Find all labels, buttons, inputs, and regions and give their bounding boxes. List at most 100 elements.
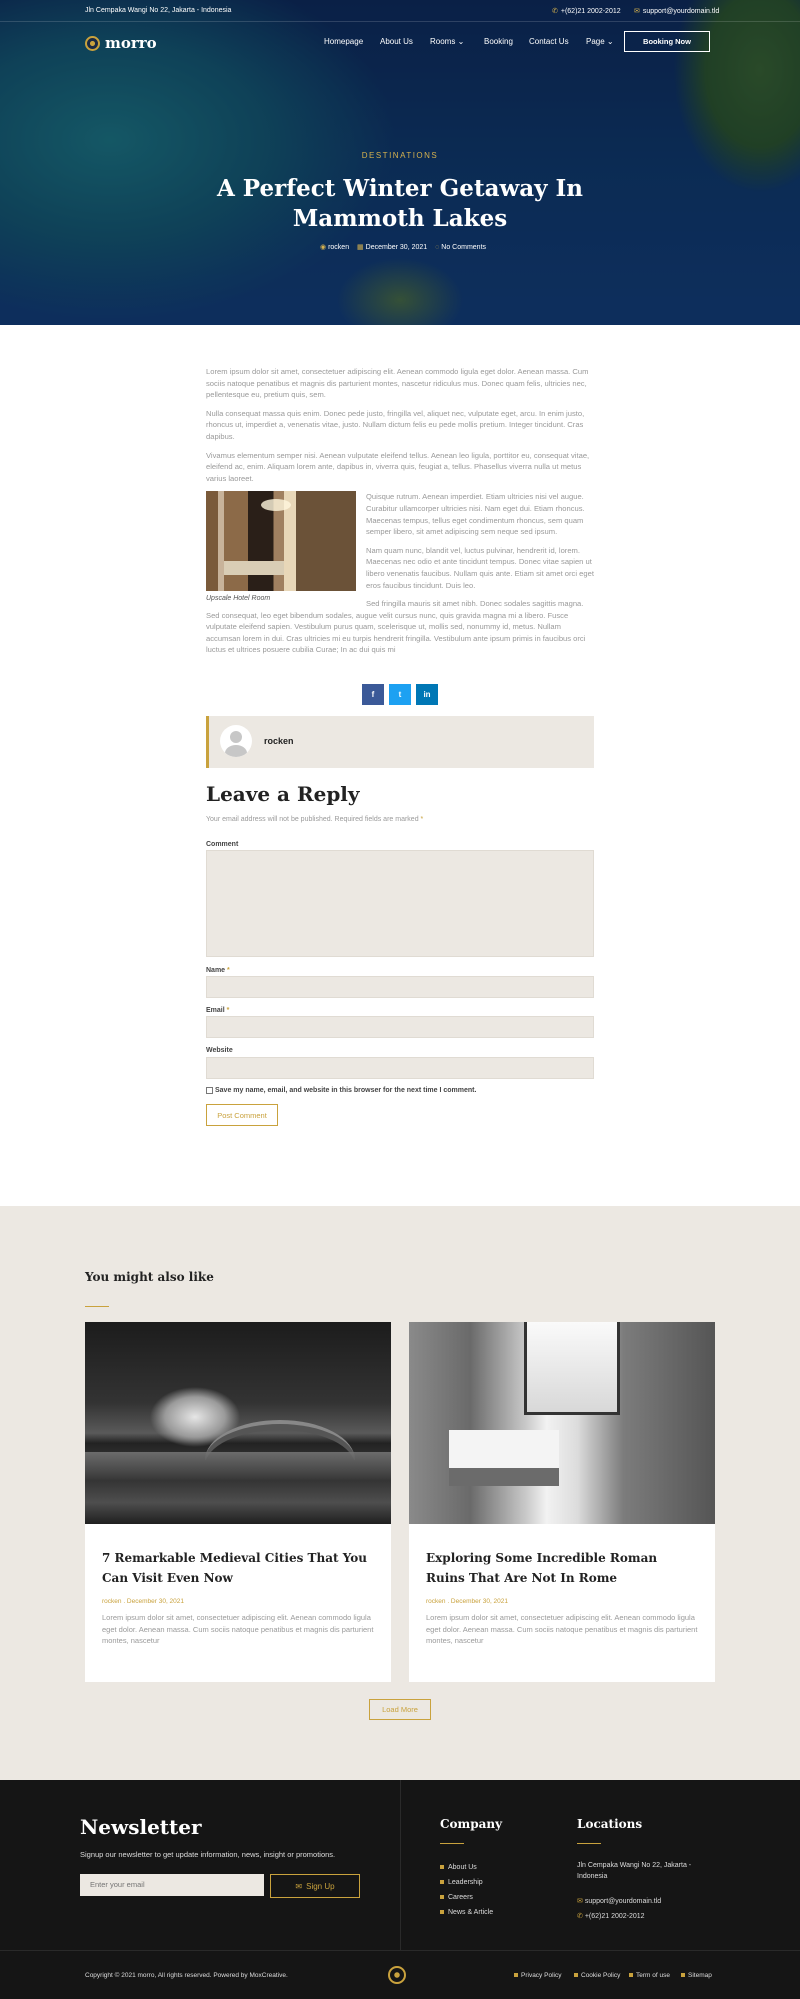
legal-link-sitemap[interactable]: Sitemap (681, 1972, 712, 1979)
user-icon: ◉ (319, 244, 327, 251)
legal-link-label: Term of use (636, 1972, 670, 1979)
company-link-label: Careers (448, 1894, 473, 1901)
phone-icon: ✆ (552, 8, 558, 15)
hotel-bedroom-image[interactable] (409, 1322, 715, 1524)
top-email-text: support@yourdomain.tld (642, 8, 720, 15)
required-mark: * (420, 816, 424, 823)
phone-icon: ✆ (577, 1913, 583, 1920)
top-phone-text: +(62)21 2002-2012 (560, 8, 621, 15)
nav-rooms-label: Rooms (430, 36, 456, 46)
top-address: Jln Cempaka Wangi No 22, Jakarta - Indon… (85, 7, 232, 14)
article-paragraph: Vivamus elementum semper nisi. Aenean vu… (206, 450, 590, 483)
required-mark: * (227, 967, 230, 974)
legal-link-terms[interactable]: Term of use (629, 1972, 670, 1979)
nav-about-us[interactable]: About Us (380, 37, 413, 46)
site-footer: Newsletter Signup our newsletter to get … (0, 1780, 800, 1999)
location-email[interactable]: ✉ support@yourdomain.tld (577, 1896, 707, 1907)
bullet-icon (574, 1973, 578, 1978)
post-comments[interactable]: No Comments (441, 244, 486, 251)
company-link-about[interactable]: About Us (440, 1860, 493, 1875)
card-meta: rocken . December 30, 2021 (426, 1598, 509, 1605)
email-label: Email * (206, 1007, 229, 1014)
twitter-share-button[interactable]: t (389, 684, 411, 705)
top-email[interactable]: ✉ support@yourdomain.tld (634, 7, 719, 15)
nav-page[interactable]: Page ⌄ (586, 37, 614, 46)
legal-link-cookie[interactable]: Cookie Policy (574, 1972, 620, 1979)
newsletter-email-input[interactable] (80, 1874, 264, 1896)
company-link-label: About Us (448, 1864, 477, 1871)
site-logo[interactable]: morro (85, 34, 157, 52)
name-field[interactable] (206, 976, 594, 998)
reply-form: Leave a Reply Your email address will no… (206, 782, 594, 1126)
article-paragraph: Lorem ipsum dolor sit amet, consectetuer… (206, 367, 589, 400)
related-card[interactable]: 7 Remarkable Medieval Cities That You Ca… (85, 1322, 391, 1682)
location-phone-text: +(62)21 2002-2012 (584, 1913, 645, 1920)
card-title[interactable]: 7 Remarkable Medieval Cities That You Ca… (102, 1548, 374, 1588)
related-card[interactable]: Exploring Some Incredible Roman Ruins Th… (409, 1322, 715, 1682)
post-comment-button[interactable]: Post Comment (206, 1104, 278, 1126)
title-underline (440, 1843, 464, 1844)
location-phone[interactable]: ✆ +(62)21 2002-2012 (577, 1911, 707, 1922)
author-name[interactable]: rocken (264, 736, 294, 746)
article-paragraph: Nulla consequat massa quis enim. Donec p… (206, 408, 585, 441)
required-mark: * (226, 1007, 230, 1014)
comment-label: Comment (206, 841, 239, 848)
title-underline (85, 1306, 109, 1307)
card-meta: rocken . December 30, 2021 (102, 1598, 185, 1605)
load-more-button[interactable]: Load More (369, 1699, 431, 1720)
reply-note-text: Your email address will not be published… (206, 816, 419, 823)
linkedin-share-button[interactable]: in (416, 684, 438, 705)
consent-checkbox[interactable] (206, 1087, 213, 1094)
bullet-icon (440, 1880, 444, 1885)
bullet-icon (440, 1865, 444, 1870)
company-link-careers[interactable]: Careers (440, 1890, 493, 1905)
hotel-room-image (206, 491, 356, 592)
locations-title: Locations (577, 1817, 643, 1831)
castle-bridge-image[interactable] (85, 1322, 391, 1524)
article-figure: Upscale Hotel Room (206, 491, 356, 605)
card-title[interactable]: Exploring Some Incredible Roman Ruins Th… (426, 1548, 698, 1588)
company-link-news[interactable]: News & Article (440, 1905, 493, 1920)
calendar-icon: ▦ (357, 244, 364, 251)
post-author[interactable]: rocken (328, 244, 349, 251)
company-links: About Us Leadership Careers News & Artic… (440, 1860, 493, 1920)
consent-label: Save my name, email, and website in this… (215, 1087, 477, 1094)
booking-now-button[interactable]: Booking Now (624, 31, 710, 52)
facebook-icon: f (371, 690, 375, 699)
post-category[interactable]: DESTINATIONS (0, 151, 800, 160)
website-field[interactable] (206, 1057, 594, 1079)
related-posts-section: You might also like 7 Remarkable Medieva… (0, 1206, 800, 1780)
nav-homepage[interactable]: Homepage (324, 37, 363, 46)
footer-divider (400, 1780, 401, 1950)
newsletter-text: Signup our newsletter to get update info… (80, 1850, 336, 1859)
card-excerpt: Lorem ipsum dolor sit amet, consectetuer… (426, 1613, 698, 1645)
mail-icon: ✉ (295, 1881, 303, 1891)
top-phone[interactable]: ✆ +(62)21 2002-2012 (552, 7, 621, 15)
locations-info: Jln Cempaka Wangi No 22, Jakarta - Indon… (577, 1860, 707, 1922)
logo-mark-icon (85, 35, 100, 51)
twitter-icon: t (398, 690, 402, 699)
legal-link-label: Privacy Policy (521, 1972, 562, 1979)
mail-icon: ✉ (634, 8, 640, 15)
article-body: Lorem ipsum dolor sit amet, consectetuer… (206, 366, 594, 663)
email-field[interactable] (206, 1016, 594, 1038)
nav-rooms[interactable]: Rooms ⌄ (430, 37, 464, 46)
location-address: Jln Cempaka Wangi No 22, Jakarta - Indon… (577, 1862, 692, 1880)
comment-icon: ◌ (435, 244, 440, 251)
bullet-icon (440, 1910, 444, 1915)
bullet-icon (629, 1973, 633, 1978)
linkedin-icon: in (423, 690, 431, 699)
post-date: December 30, 2021 (365, 244, 428, 251)
logo-text: morro (105, 34, 157, 52)
nav-booking[interactable]: Booking (484, 37, 513, 46)
legal-link-privacy[interactable]: Privacy Policy (514, 1972, 561, 1979)
chevron-down-icon: ⌄ (606, 36, 614, 46)
sign-up-button[interactable]: ✉ Sign Up (270, 1874, 360, 1898)
logo-mark-icon[interactable] (388, 1966, 406, 1984)
facebook-share-button[interactable]: f (362, 684, 384, 705)
company-link-leadership[interactable]: Leadership (440, 1875, 493, 1890)
legal-link-label: Sitemap (688, 1972, 712, 1979)
nav-contact-us[interactable]: Contact Us (529, 37, 569, 46)
comment-field[interactable] (206, 850, 594, 957)
chevron-down-icon: ⌄ (457, 36, 465, 46)
